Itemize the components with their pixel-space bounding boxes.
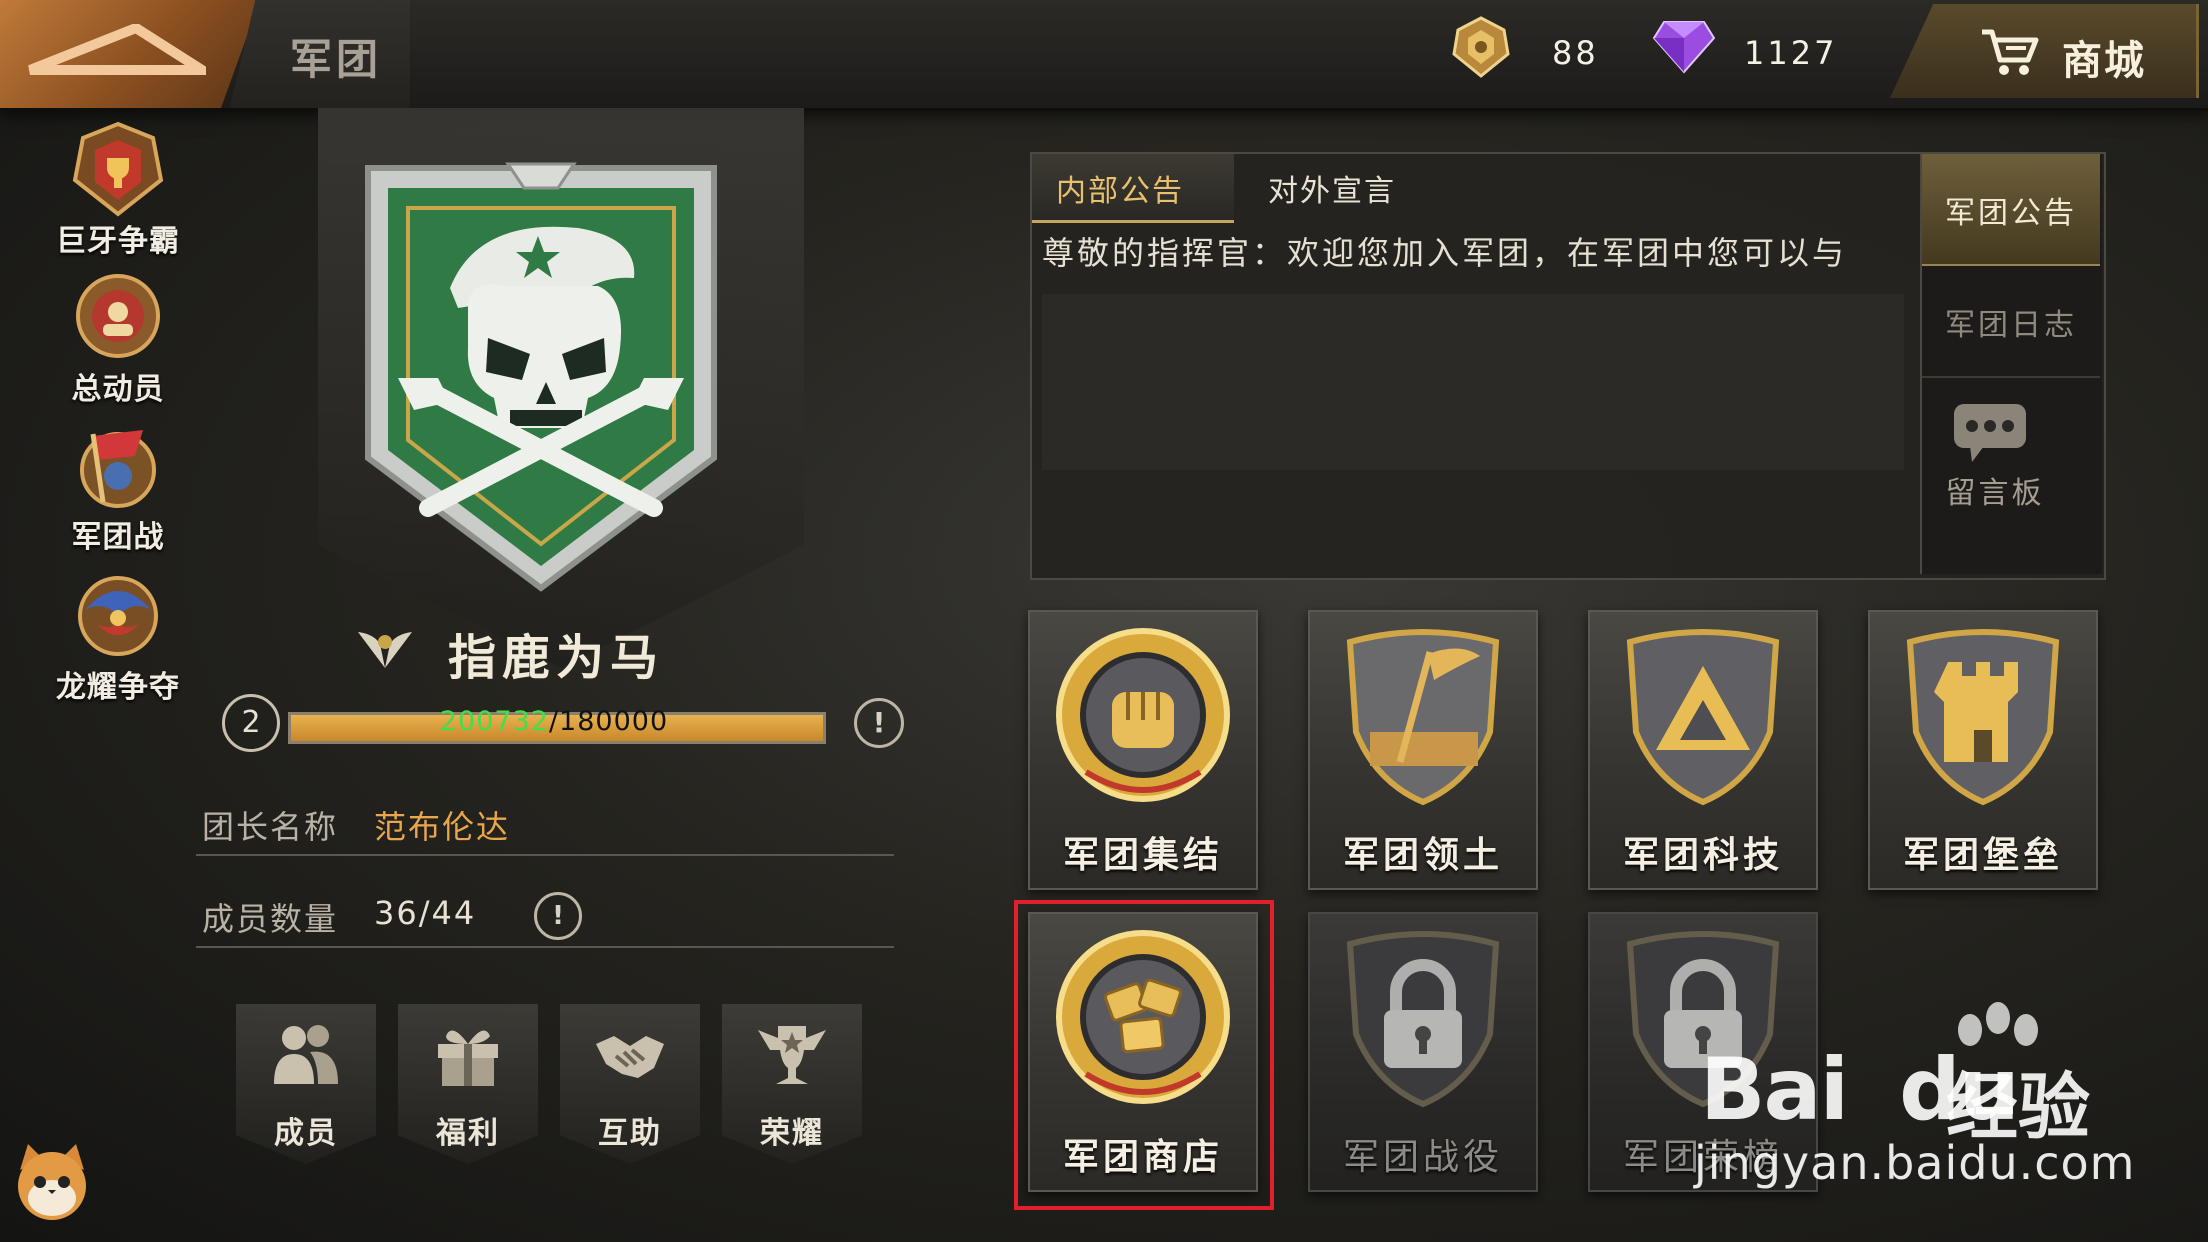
legion-name: 指鹿为马 xyxy=(448,630,665,686)
trophy-icon xyxy=(758,1026,826,1084)
triangle-shield-icon xyxy=(1626,629,1780,806)
event-label: 总动员 xyxy=(71,372,165,407)
purple-gem-icon xyxy=(1652,21,1716,74)
feature-label: 军团堡垒 xyxy=(1902,835,2063,876)
coins-medal-icon xyxy=(1056,930,1230,1104)
gold-medal-icon xyxy=(1452,16,1510,78)
watermark-brand-part1: Bai xyxy=(1700,1040,1849,1140)
members-button[interactable]: 成员 xyxy=(236,1004,376,1164)
event-mobilization[interactable]: 总动员 xyxy=(30,268,206,408)
members-info-button[interactable]: ! xyxy=(534,892,582,940)
exp-info-button[interactable]: ! xyxy=(854,698,904,748)
feature-label: 军团科技 xyxy=(1622,835,1783,876)
tab-internal-label: 内部公告 xyxy=(1056,174,1184,209)
event-label: 巨牙争霸 xyxy=(56,224,180,259)
trophy-badge-icon xyxy=(72,121,164,217)
fist-medal-icon xyxy=(1056,628,1230,802)
exp-separator: / xyxy=(548,706,560,737)
feature-label: 军团商店 xyxy=(1062,1137,1223,1178)
feature-label: 军团集结 xyxy=(1062,835,1223,876)
feature-legion-rally[interactable]: 军团集结 xyxy=(1028,610,1258,890)
chat-bubble-icon xyxy=(1954,404,2026,462)
leader-key: 团长名称 xyxy=(202,808,339,846)
feature-label: 军团战役 xyxy=(1342,1137,1503,1178)
exp-current: 200732 xyxy=(439,706,549,737)
shop-button[interactable] xyxy=(1890,4,2199,98)
leader-row: 团长名称 范布伦达 xyxy=(196,796,894,856)
event-label: 龙耀争夺 xyxy=(56,670,180,705)
mobilization-badge-icon xyxy=(76,274,160,358)
members-key: 成员数量 xyxy=(202,900,339,938)
shopping-cart-icon xyxy=(1982,29,2039,75)
feature-legion-tech[interactable]: 军团科技 xyxy=(1588,610,1818,890)
exp-max: 180000 xyxy=(559,706,669,737)
event-giant-fang[interactable]: 巨牙争霸 xyxy=(30,120,206,260)
tab-internal-notice[interactable]: 内部公告 xyxy=(1032,154,1234,223)
welfare-button[interactable]: 福利 xyxy=(398,1004,538,1164)
quick-action-label: 互助 xyxy=(598,1116,662,1151)
tab-legion-notice[interactable]: 军团公告 xyxy=(1922,154,2100,266)
legion-war-badge-icon xyxy=(80,430,156,508)
tower-shield-icon xyxy=(1906,629,2060,806)
padlock-icon xyxy=(1346,931,1500,1108)
quick-action-label: 荣耀 xyxy=(760,1116,824,1151)
feature-legion-shop[interactable]: 军团商店 xyxy=(1028,912,1258,1192)
feature-legion-territory[interactable]: 军团领土 xyxy=(1308,610,1538,890)
message-board-label: 留言板 xyxy=(1945,476,2045,511)
gem-amount: 1127 xyxy=(1744,34,1838,72)
legion-level-badge: 2 xyxy=(222,694,280,752)
event-dragon-glory[interactable]: 龙耀争夺 xyxy=(30,566,206,706)
members-icon xyxy=(274,1025,338,1084)
watermark-url: jingyan.baidu.com xyxy=(1694,1136,2136,1190)
cat-avatar-icon[interactable] xyxy=(10,1140,94,1224)
tab-legion-log[interactable]: 军团日志 xyxy=(1922,266,2100,378)
exp-progress-text: 200732/180000 xyxy=(288,706,820,737)
dragon-badge-icon xyxy=(78,576,158,656)
glory-button[interactable]: 荣耀 xyxy=(722,1004,862,1164)
tab-external-label: 对外宣言 xyxy=(1268,174,1396,209)
quick-action-label: 福利 xyxy=(436,1116,500,1151)
event-label: 军团战 xyxy=(71,520,165,555)
tab-legion-log-label: 军团日志 xyxy=(1945,308,2077,343)
legion-emblem-skull-icon xyxy=(365,162,717,592)
back-button[interactable] xyxy=(0,0,260,108)
back-arrow-icon xyxy=(28,24,206,75)
gold-amount: 88 xyxy=(1552,34,1599,72)
handshake-icon xyxy=(596,1036,664,1078)
tab-legion-notice-label: 军团公告 xyxy=(1945,196,2077,231)
flag-shield-icon xyxy=(1346,629,1500,806)
page-title: 军团 xyxy=(290,35,383,84)
event-legion-war[interactable]: 军团战 xyxy=(30,416,206,556)
feature-label: 军团领土 xyxy=(1342,835,1503,876)
wing-badge-icon xyxy=(358,632,412,668)
members-count: 36/44 xyxy=(374,894,477,932)
gift-icon xyxy=(438,1030,498,1086)
mutual-aid-button[interactable]: 互助 xyxy=(560,1004,700,1164)
leader-name[interactable]: 范布伦达 xyxy=(374,802,510,848)
notice-text: 尊敬的指挥官：欢迎您加入军团，在军团中您可以与 xyxy=(1042,234,1848,272)
notice-body[interactable] xyxy=(1042,294,1904,470)
shop-label[interactable]: 商城 xyxy=(2062,28,2146,86)
feature-legion-campaign[interactable]: 军团战役 xyxy=(1308,912,1538,1192)
tab-external-declaration[interactable]: 对外宣言 xyxy=(1234,154,1424,220)
quick-action-label: 成员 xyxy=(274,1116,338,1151)
feature-legion-fortress[interactable]: 军团堡垒 xyxy=(1868,610,2098,890)
